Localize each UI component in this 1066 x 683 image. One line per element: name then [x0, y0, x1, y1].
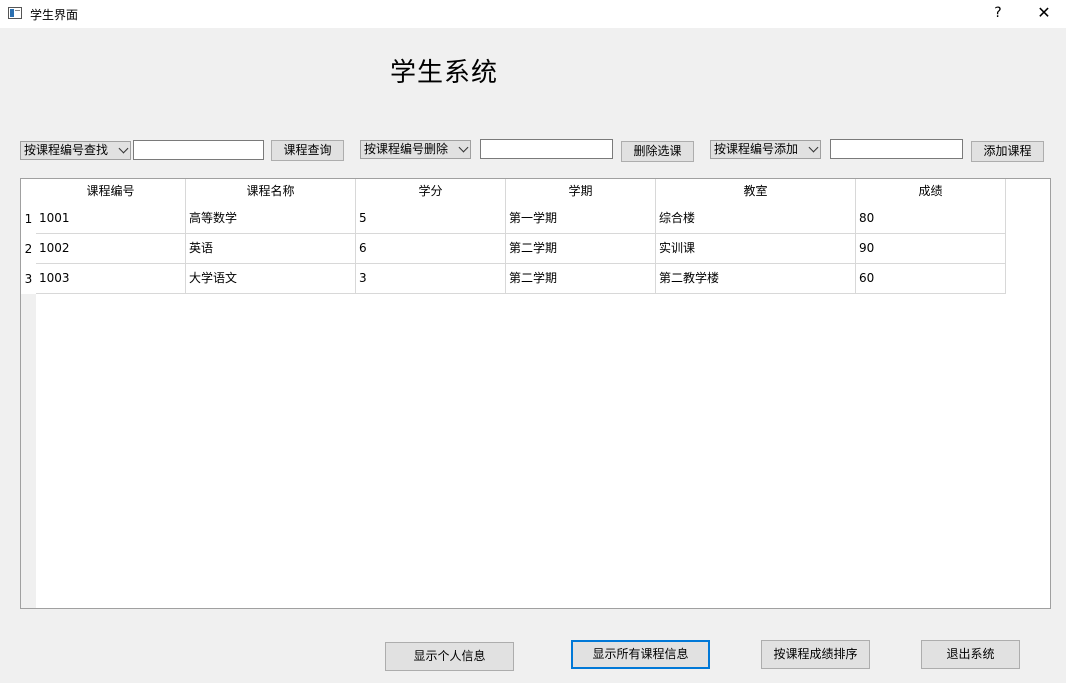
chevron-down-icon [808, 142, 819, 153]
delete-input[interactable] [480, 139, 613, 159]
window-title: 学生界面 [30, 8, 79, 22]
column-header-classroom[interactable]: 教室 [656, 179, 856, 204]
table-cell[interactable]: 第二学期 [506, 264, 656, 294]
column-header-course-name[interactable]: 课程名称 [186, 179, 356, 204]
table-cell[interactable]: 6 [356, 234, 506, 264]
add-course-button[interactable]: 添加课程 [971, 141, 1044, 162]
table-cell[interactable]: 英语 [186, 234, 356, 264]
row-number[interactable]: 1 [21, 204, 36, 234]
table-cell[interactable]: 60 [856, 264, 1006, 294]
query-mode-label: 按课程编号查找 [24, 143, 109, 157]
chevron-down-icon [458, 142, 469, 153]
window-titlebar: 学生界面 ? ✕ [0, 0, 1066, 28]
row-number[interactable]: 2 [21, 234, 36, 264]
delete-course-button[interactable]: 删除选课 [621, 141, 694, 162]
table-cell[interactable]: 1002 [36, 234, 186, 264]
add-mode-select[interactable]: 按课程编号添加 [710, 140, 821, 159]
table-cell[interactable]: 实训课 [656, 234, 856, 264]
query-course-button[interactable]: 课程查询 [271, 140, 344, 161]
table-cell[interactable]: 3 [356, 264, 506, 294]
table-cell[interactable]: 第二教学楼 [656, 264, 856, 294]
query-input[interactable] [133, 140, 264, 160]
chevron-down-icon [118, 143, 129, 154]
help-button[interactable]: ? [988, 2, 1008, 24]
table-cell[interactable]: 高等数学 [186, 204, 356, 234]
delete-mode-select[interactable]: 按课程编号删除 [360, 140, 471, 159]
query-mode-select[interactable]: 按课程编号查找 [20, 141, 131, 160]
close-button[interactable]: ✕ [1034, 2, 1054, 24]
table-cell[interactable]: 1003 [36, 264, 186, 294]
table-cell[interactable]: 5 [356, 204, 506, 234]
column-header-credit[interactable]: 学分 [356, 179, 506, 204]
table-corner [21, 179, 36, 204]
table-cell[interactable]: 90 [856, 234, 1006, 264]
column-header-course-id[interactable]: 课程编号 [36, 179, 186, 204]
delete-mode-label: 按课程编号删除 [364, 142, 449, 156]
show-personal-info-button[interactable]: 显示个人信息 [385, 642, 514, 671]
table-cell[interactable]: 80 [856, 204, 1006, 234]
add-input[interactable] [830, 139, 963, 159]
table-cell[interactable]: 第二学期 [506, 234, 656, 264]
show-all-courses-button[interactable]: 显示所有课程信息 [571, 640, 710, 669]
add-mode-label: 按课程编号添加 [714, 142, 799, 156]
table-cell[interactable]: 第一学期 [506, 204, 656, 234]
table-cell[interactable]: 1001 [36, 204, 186, 234]
app-window-icon [8, 7, 22, 19]
table-cell[interactable]: 综合楼 [656, 204, 856, 234]
sort-by-score-button[interactable]: 按课程成绩排序 [761, 640, 870, 669]
column-header-semester[interactable]: 学期 [506, 179, 656, 204]
course-table[interactable]: 课程编号 课程名称 学分 学期 教室 成绩 1 1001 高等数学 5 第一学期… [20, 178, 1051, 609]
column-header-score[interactable]: 成绩 [856, 179, 1006, 204]
page-title: 学生系统 [390, 58, 499, 88]
exit-system-button[interactable]: 退出系统 [921, 640, 1020, 669]
row-number[interactable]: 3 [21, 264, 36, 294]
table-cell[interactable]: 大学语文 [186, 264, 356, 294]
